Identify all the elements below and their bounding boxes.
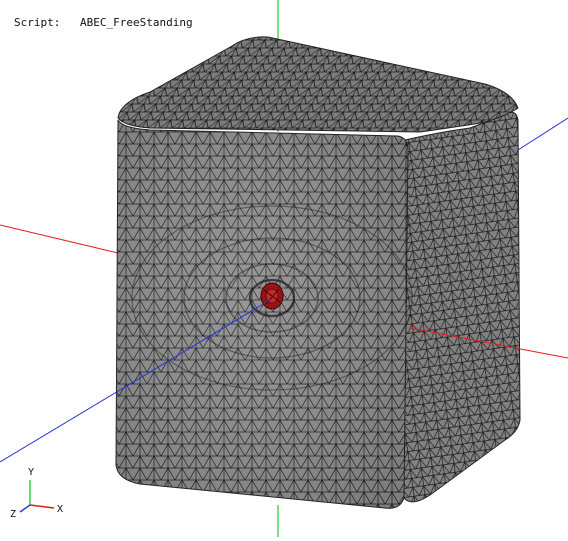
x-axis-line-left [0,224,119,254]
triad-y-label: Y [28,467,34,478]
triad-x-label: X [57,504,63,515]
3d-viewport[interactable]: Y X Z [0,0,568,537]
triad-z-label: Z [10,509,16,520]
viewport-canvas[interactable]: Y X Z [0,0,568,537]
driver-source[interactable] [260,282,284,310]
enclosure-top-face [117,36,519,133]
script-label: Script: [14,16,61,29]
script-name: ABEC_FreeStanding [80,16,193,29]
z-axis-line-right [517,117,568,151]
orientation-triad: Y X Z [10,467,63,520]
enclosure-right-face [403,111,521,503]
